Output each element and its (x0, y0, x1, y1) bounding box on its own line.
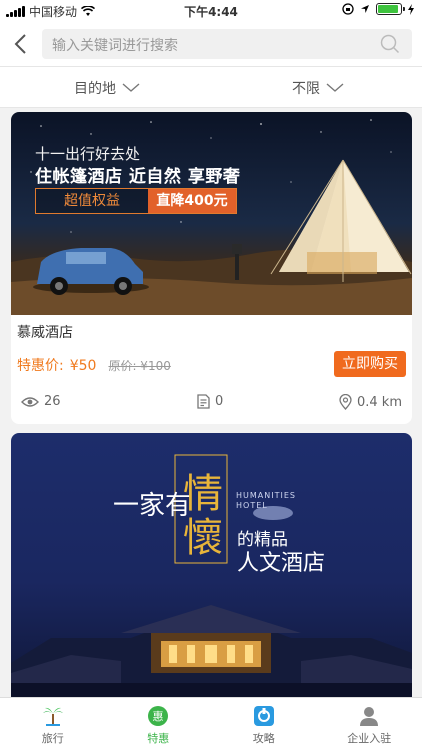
views-stat: 26 (21, 394, 61, 409)
tab-travel[interactable]: 旅行 (0, 698, 106, 750)
banner-text-e: 人文酒店 (237, 551, 326, 576)
listing-title[interactable]: 慕威酒店 (17, 322, 73, 342)
battery-icon (376, 3, 405, 15)
banner-promo-discount: 直降400元 (148, 189, 236, 213)
banner-en-line1: HUMANITIES (236, 491, 296, 500)
banner-headline: 住帐篷酒店 近自然 享野奢 (35, 167, 241, 187)
location-arrow-icon (361, 5, 369, 13)
reviews-count: 0 (215, 394, 224, 409)
eye-icon (21, 396, 39, 407)
listing-card[interactable]: 十一出行好去处 住帐篷酒店 近自然 享野奢 超值权益 直降400元 慕威酒店 特… (11, 112, 412, 424)
listing-stats: 26 0 0.4 km (11, 394, 412, 412)
tab-enterprise-label: 企业入驻 (347, 732, 392, 745)
listing-banner[interactable]: 十一出行好去处 住帐篷酒店 近自然 享野奢 超值权益 直降400元 (11, 112, 412, 315)
status-right (342, 3, 414, 15)
back-button[interactable] (8, 30, 36, 58)
charging-icon (408, 3, 414, 15)
banner-en-line2: HOTEL (236, 501, 268, 510)
search-icon[interactable] (380, 34, 400, 54)
distance-value: 0.4 km (357, 394, 402, 410)
chevron-left-icon (14, 34, 26, 54)
svg-text:惠: 惠 (153, 709, 164, 723)
price-value: ¥50 (69, 358, 97, 374)
buy-now-button[interactable]: 立即购买 (334, 351, 406, 377)
banner-promo-box: 超值权益 直降400元 (35, 188, 237, 214)
price-row: 特惠价: ¥50 原价: ¥100 (17, 355, 171, 375)
listing-banner[interactable]: 一家有 情 懷 HUMANITIES HOTEL 的精品 人文酒店 (11, 433, 412, 703)
filter-destination[interactable]: 目的地 (74, 78, 140, 98)
tab-travel-label: 旅行 (41, 732, 64, 745)
filter-any[interactable]: 不限 (292, 78, 344, 98)
search-placeholder: 输入关键词进行搜索 (52, 38, 178, 54)
reviews-stat: 0 (197, 394, 223, 409)
banner-tagline: 十一出行好去处 (35, 145, 141, 163)
search-header: 输入关键词进行搜索 (0, 22, 422, 66)
filter-destination-label: 目的地 (74, 81, 116, 97)
banner-text-c: 懷 (183, 515, 223, 561)
guide-icon (253, 706, 274, 726)
tab-enterprise[interactable]: 企业入驻 (317, 698, 422, 750)
filter-any-label: 不限 (292, 81, 320, 97)
search-input[interactable]: 输入关键词进行搜索 (42, 29, 412, 59)
chevron-down-icon (326, 83, 344, 92)
chevron-down-icon (122, 83, 140, 92)
banner-text-a: 一家有 (113, 491, 192, 521)
tab-discount-label: 特惠 (147, 732, 170, 745)
status-bar: 中国移动 下午4:44 (0, 0, 422, 22)
location-pin-icon (339, 394, 352, 410)
rotation-lock-icon (342, 3, 354, 15)
tab-guide[interactable]: 攻略 (211, 698, 317, 750)
views-count: 26 (44, 394, 61, 409)
distance-stat: 0.4 km (339, 394, 402, 410)
original-price: 原价: ¥100 (108, 359, 171, 373)
banner-promo-benefit: 超值权益 (36, 189, 148, 213)
tab-discount[interactable]: 惠 特惠 (106, 698, 212, 750)
bottom-tab-bar: 旅行 惠 特惠 攻略 企业入驻 (0, 697, 422, 750)
discount-icon: 惠 (148, 706, 169, 726)
tab-guide-label: 攻略 (252, 732, 275, 745)
palm-tree-icon (42, 707, 63, 726)
document-icon (197, 394, 210, 409)
user-icon (360, 707, 379, 726)
listing-card[interactable]: 一家有 情 懷 HUMANITIES HOTEL 的精品 人文酒店 (11, 433, 412, 703)
price-label: 特惠价: (17, 358, 64, 374)
filter-bar: 目的地 不限 (0, 66, 422, 108)
